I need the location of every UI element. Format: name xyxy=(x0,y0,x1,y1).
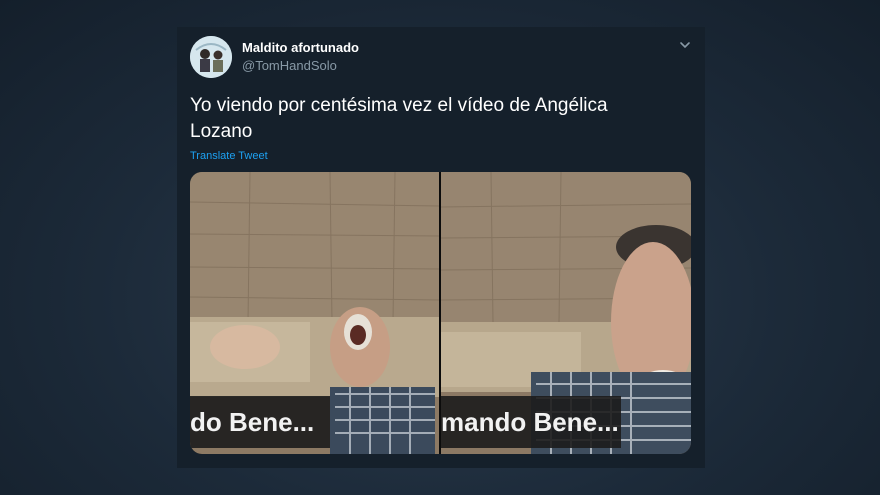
avatar-image xyxy=(190,36,232,78)
tweet-text: Yo viendo por centésima vez el vídeo de … xyxy=(190,95,608,142)
chevron-down-icon[interactable] xyxy=(678,38,692,52)
avatar[interactable] xyxy=(190,36,232,78)
user-handle[interactable]: @TomHandSolo xyxy=(242,58,337,73)
tweet-media[interactable]: do Bene... mando Bene... xyxy=(190,172,691,454)
media-frame-right: mando Bene... xyxy=(441,172,691,454)
translate-tweet-link[interactable]: Translate Tweet xyxy=(190,150,268,162)
display-name[interactable]: Maldito afortunado xyxy=(242,40,359,55)
media-frame-left: do Bene... xyxy=(190,172,439,454)
video-caption-right: mando Bene... xyxy=(441,396,621,448)
video-caption-left: do Bene... xyxy=(190,396,330,448)
tweet-card: Maldito afortunado @TomHandSolo Yo viend… xyxy=(177,27,705,468)
